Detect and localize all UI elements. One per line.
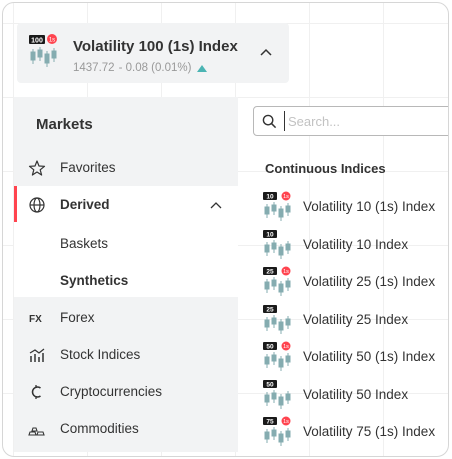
category-label: Stock Indices <box>60 347 141 362</box>
market-list-item[interactable]: 50 Volatility 50 Index <box>253 375 448 412</box>
market-label: Volatility 50 (1s) Index <box>303 349 436 364</box>
svg-text:1s: 1s <box>283 344 289 350</box>
market-label: Volatility 10 Index <box>303 236 409 252</box>
category-derived[interactable]: Derived <box>14 186 238 223</box>
category-label: Forex <box>60 310 95 325</box>
svg-text:50: 50 <box>266 381 274 388</box>
market-label: Volatility 25 Index <box>303 311 409 327</box>
panel-title: Markets <box>36 116 93 133</box>
market-label: Volatility 75 (1s) Index <box>303 424 436 439</box>
stock-indices-icon <box>29 348 45 362</box>
svg-text:25: 25 <box>266 269 274 276</box>
chevron-up-icon <box>210 202 222 209</box>
market-list-item[interactable]: 50 1s Volatility 50 (1s) Index <box>253 337 448 374</box>
market-list-item[interactable]: 25 1s Volatility 25 (1s) Index <box>253 262 448 299</box>
market-search[interactable] <box>253 106 448 136</box>
commodities-icon <box>28 427 45 436</box>
subcategory-synthetics[interactable]: Synthetics <box>60 273 128 288</box>
category-cryptocurrencies[interactable]: Cryptocurrencies <box>14 373 238 410</box>
app-frame: 100 1s Volatility 100 (1s) Index 1437.72… <box>2 2 449 457</box>
svg-text:10: 10 <box>266 194 274 201</box>
selected-market-quote: 1437.72 - 0.08 (0.01%) <box>73 62 208 74</box>
market-list-item[interactable]: 25 Volatility 25 Index <box>253 300 448 337</box>
star-icon <box>28 160 46 176</box>
svg-text:1s: 1s <box>283 194 289 200</box>
forex-icon: FX <box>29 314 42 325</box>
market-group-title: Continuous Indices <box>265 161 386 176</box>
market-label: Volatility 50 Index <box>303 386 409 402</box>
volatility-index-icon: 10 1s <box>263 191 291 221</box>
svg-text:50: 50 <box>266 344 274 351</box>
chevron-up-icon[interactable] <box>259 47 273 57</box>
volatility-index-icon: 25 <box>263 304 291 334</box>
market-list-item[interactable]: 10 Volatility 10 Index <box>253 225 448 262</box>
market-label: Volatility 10 (1s) Index <box>303 199 436 214</box>
subcategory-baskets[interactable]: Baskets <box>60 236 108 251</box>
category-commodities[interactable]: Commodities <box>14 410 238 447</box>
svg-text:100: 100 <box>31 38 43 45</box>
volatility-index-icon: 50 1s <box>263 341 291 371</box>
volatility-index-icon: 75 1s <box>263 416 291 446</box>
svg-text:1s: 1s <box>283 419 289 425</box>
market-price: 1437.72 <box>73 62 115 74</box>
category-stock-indices[interactable]: Stock Indices <box>14 336 238 373</box>
svg-text:75: 75 <box>266 419 274 426</box>
category-favorites[interactable]: Favorites <box>14 149 238 186</box>
svg-text:FX: FX <box>29 314 42 325</box>
markets-category-panel: Markets Favorites Derived Baskets Synthe… <box>14 97 238 452</box>
search-input[interactable] <box>284 111 444 131</box>
category-label: Commodities <box>60 421 139 436</box>
svg-text:1s: 1s <box>49 38 55 44</box>
market-list-item[interactable]: 10 1s Volatility 10 (1s) Index <box>253 187 448 224</box>
active-indicator <box>14 186 17 223</box>
category-label: Favorites <box>60 160 116 175</box>
market-label: Volatility 25 (1s) Index <box>303 274 436 289</box>
trend-up-icon <box>197 64 208 72</box>
globe-icon <box>29 197 45 213</box>
market-change: - 0.08 (0.01%) <box>118 62 192 74</box>
search-icon <box>262 114 277 129</box>
crypto-icon <box>31 385 41 399</box>
selected-market-title: Volatility 100 (1s) Index <box>73 38 238 55</box>
svg-text:1s: 1s <box>283 269 289 275</box>
market-selector[interactable]: 100 1s Volatility 100 (1s) Index 1437.72… <box>17 23 289 83</box>
volatility-index-icon: 100 1s <box>29 34 57 67</box>
volatility-index-icon: 50 <box>263 379 291 409</box>
svg-text:10: 10 <box>266 231 274 238</box>
market-list-item[interactable]: 75 1s Volatility 75 (1s) Index <box>253 412 448 449</box>
category-label: Derived <box>60 197 110 212</box>
volatility-index-icon: 25 1s <box>263 266 291 296</box>
category-forex[interactable]: FX Forex <box>14 299 238 336</box>
category-label: Cryptocurrencies <box>60 384 163 399</box>
volatility-index-icon: 10 <box>263 229 291 259</box>
svg-text:25: 25 <box>266 306 274 313</box>
